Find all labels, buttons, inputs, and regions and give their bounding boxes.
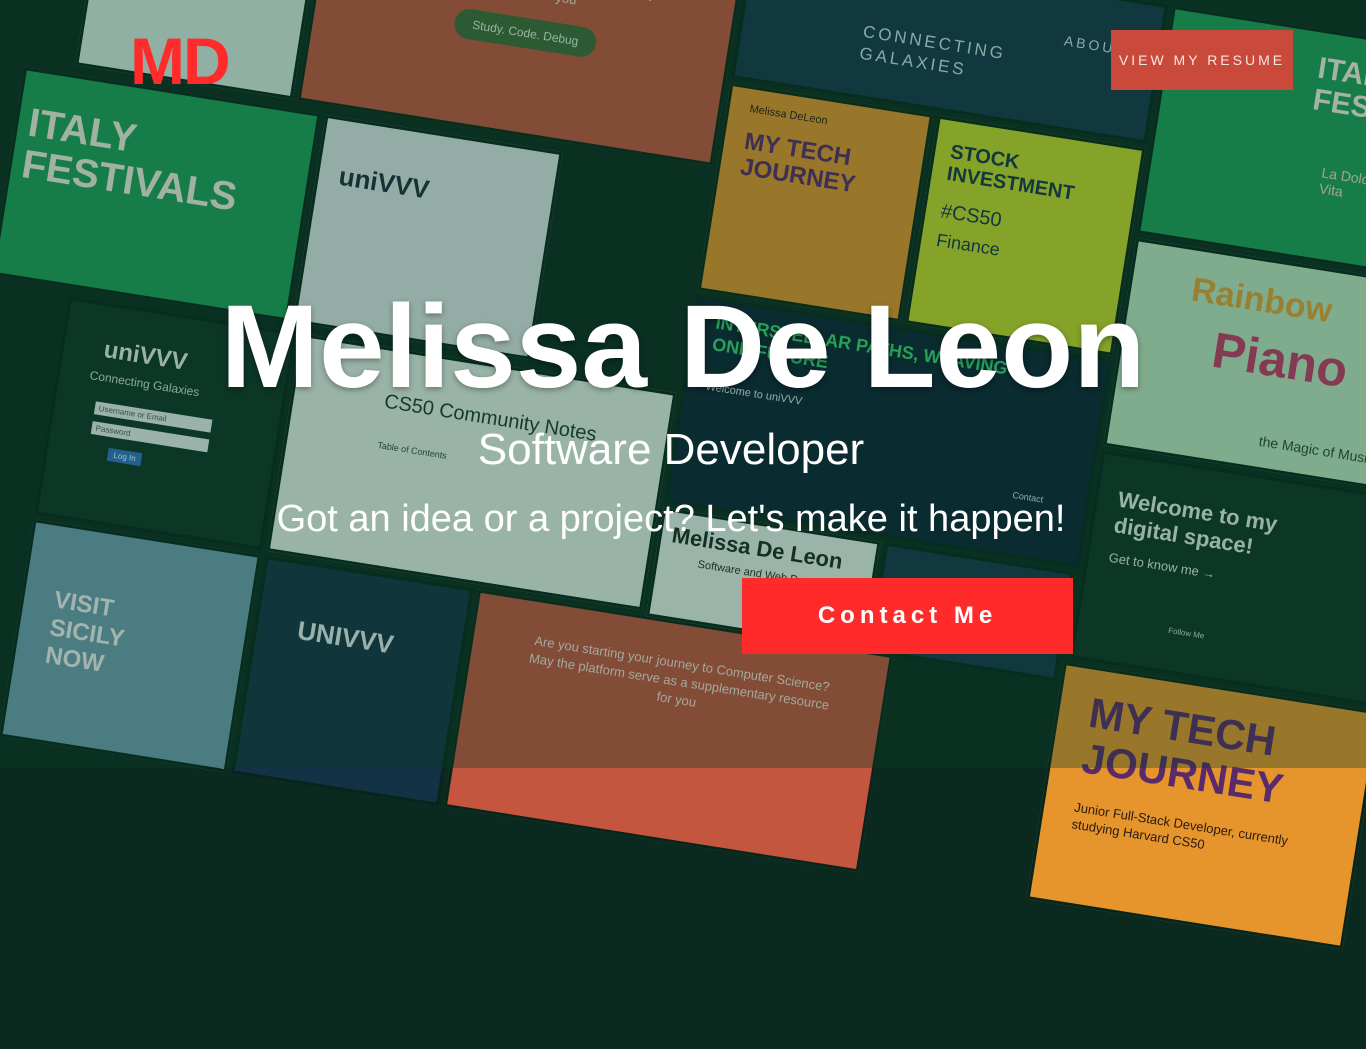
view-resume-button[interactable]: VIEW MY RESUME bbox=[1111, 30, 1293, 90]
site-logo[interactable]: MD bbox=[130, 28, 231, 94]
hero-tagline: Got an idea or a project? Let's make it … bbox=[276, 498, 1066, 540]
hero-name: Melissa De Leon bbox=[220, 281, 1146, 413]
contact-me-button[interactable]: Contact Me bbox=[742, 578, 1073, 654]
hero-role: Software Developer bbox=[477, 425, 865, 474]
